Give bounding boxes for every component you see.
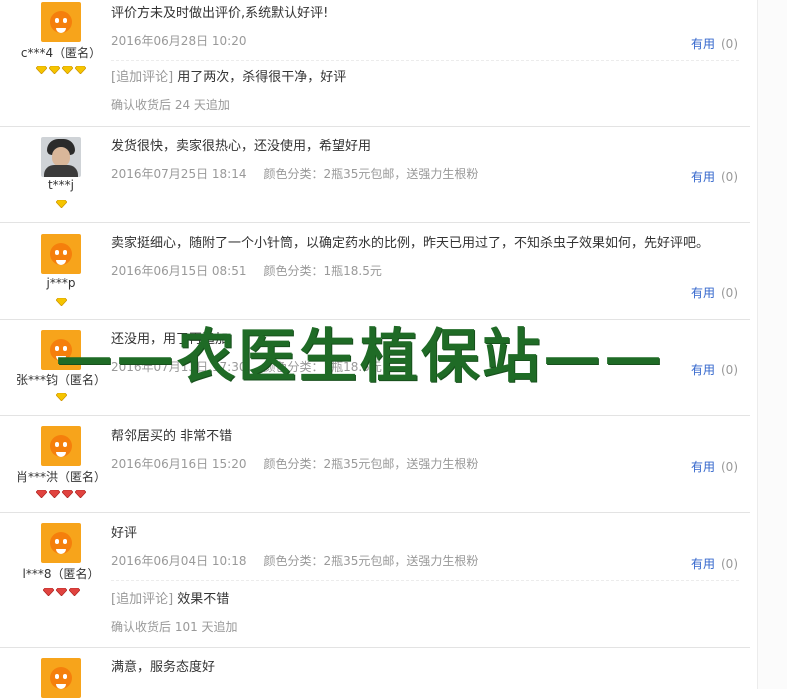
username: c***4（匿名） bbox=[20, 46, 102, 60]
useful-button[interactable]: 有用 (0) bbox=[691, 35, 738, 52]
review-meta: 2016年06月15日 08:51 颜色分类：1瓶18.5元 bbox=[111, 262, 739, 279]
review-content: 满意，服务态度好 bbox=[111, 660, 216, 675]
append-review: [追加评论] 效果不错 bbox=[111, 592, 230, 607]
useful-button[interactable]: 有用 (0) bbox=[691, 555, 738, 572]
append-time: 确认收货后 101 天追加 bbox=[111, 620, 238, 634]
heart-icon bbox=[49, 490, 60, 498]
review-content: 好评 bbox=[111, 526, 138, 541]
sku-info: 颜色分类：2瓶35元包邮，送强力生根粉 bbox=[263, 457, 479, 471]
heart-icon bbox=[62, 490, 73, 498]
diamond-icon bbox=[75, 66, 86, 74]
useful-button[interactable]: 有用 (0) bbox=[691, 458, 738, 475]
review-item: l***8（匿名） 好评 2016年06月04日 10:18 颜色分类：2瓶35元… bbox=[0, 513, 750, 648]
review-meta: 2016年06月04日 10:18 颜色分类：2瓶35元包邮，送强力生根粉 bbox=[111, 552, 739, 569]
review-date: 2016年06月16日 15:20 bbox=[111, 457, 247, 471]
diamond-icon bbox=[49, 66, 60, 74]
review-item: c***4（匿名） 评价方未及时做出评价,系统默认好评! 2016年06月28日… bbox=[0, 0, 750, 127]
scrollbar[interactable] bbox=[757, 0, 787, 689]
heart-icon bbox=[55, 588, 67, 596]
username: 肖***洪（匿名） bbox=[15, 470, 106, 484]
review-content: 评价方未及时做出评价,系统默认好评! bbox=[111, 6, 329, 21]
buyer-level-badges bbox=[0, 588, 122, 596]
useful-button[interactable]: 有用 (0) bbox=[691, 284, 738, 301]
append-tag: [追加评论] bbox=[111, 70, 174, 85]
divider bbox=[111, 60, 739, 61]
diamond-icon bbox=[55, 298, 67, 306]
sku-info: 颜色分类：2瓶35元包邮，送强力生根粉 bbox=[263, 554, 479, 568]
user-avatar[interactable] bbox=[41, 234, 81, 274]
heart-icon bbox=[36, 490, 47, 498]
review-date: 2016年06月04日 10:18 bbox=[111, 554, 247, 568]
watermark: ——农医生植保站—— bbox=[55, 322, 666, 390]
review-meta: 2016年06月16日 15:20 颜色分类：2瓶35元包邮，送强力生根粉 bbox=[111, 455, 739, 472]
append-tag: [追加评论] bbox=[111, 592, 174, 607]
heart-icon bbox=[75, 490, 86, 498]
user-avatar[interactable] bbox=[41, 523, 81, 563]
review-date: 2016年06月28日 10:20 bbox=[111, 34, 247, 48]
username: t***j bbox=[47, 178, 75, 192]
append-review: [追加评论] 用了两次，杀得很干净，好评 bbox=[111, 70, 347, 85]
diamond-icon bbox=[55, 200, 67, 208]
review-content: 发货很快，卖家很热心，还没使用，希望好用 bbox=[111, 139, 372, 154]
divider bbox=[111, 580, 739, 581]
user-avatar[interactable] bbox=[41, 658, 81, 698]
user-avatar[interactable] bbox=[41, 426, 81, 466]
heart-icon bbox=[68, 588, 80, 596]
diamond-icon bbox=[55, 393, 67, 401]
review-item: t***j 发货很快，卖家很热心，还没使用，希望好用 2016年07月25日 1… bbox=[0, 127, 750, 223]
buyer-level-badges bbox=[0, 298, 122, 306]
buyer-level-badges bbox=[0, 393, 122, 401]
review-date: 2016年06月15日 08:51 bbox=[111, 264, 247, 278]
diamond-icon bbox=[62, 66, 73, 74]
sku-info: 颜色分类：2瓶35元包邮，送强力生根粉 bbox=[263, 167, 479, 181]
review-item: j***p 卖家挺细心，随附了一个小针筒，以确定药水的比例，昨天已用过了，不知杀… bbox=[0, 223, 750, 320]
diamond-icon bbox=[36, 66, 47, 74]
append-time: 确认收货后 24 天追加 bbox=[111, 98, 230, 112]
heart-icon bbox=[42, 588, 54, 596]
sku-info: 颜色分类：1瓶18.5元 bbox=[263, 264, 382, 278]
useful-button[interactable]: 有用 (0) bbox=[691, 168, 738, 185]
username: l***8（匿名） bbox=[22, 567, 100, 581]
buyer-level-badges bbox=[0, 66, 122, 74]
username: j***p bbox=[46, 276, 76, 290]
buyer-level-badges bbox=[0, 200, 122, 208]
review-item: 肖***洪（匿名） 帮邻居买的 非常不错 2016年06月16日 15:20 颜色… bbox=[0, 416, 750, 513]
buyer-level-badges bbox=[0, 490, 122, 498]
user-avatar[interactable] bbox=[41, 2, 81, 42]
review-meta: 2016年07月25日 18:14 颜色分类：2瓶35元包邮，送强力生根粉 bbox=[111, 165, 739, 182]
user-avatar[interactable] bbox=[41, 137, 81, 177]
review-item: 满意，服务态度好 bbox=[0, 648, 750, 698]
review-content: 卖家挺细心，随附了一个小针筒，以确定药水的比例，昨天已用过了，不知杀虫子效果如何… bbox=[111, 236, 710, 251]
review-date: 2016年07月25日 18:14 bbox=[111, 167, 247, 181]
review-content: 帮邻居买的 非常不错 bbox=[111, 429, 233, 444]
